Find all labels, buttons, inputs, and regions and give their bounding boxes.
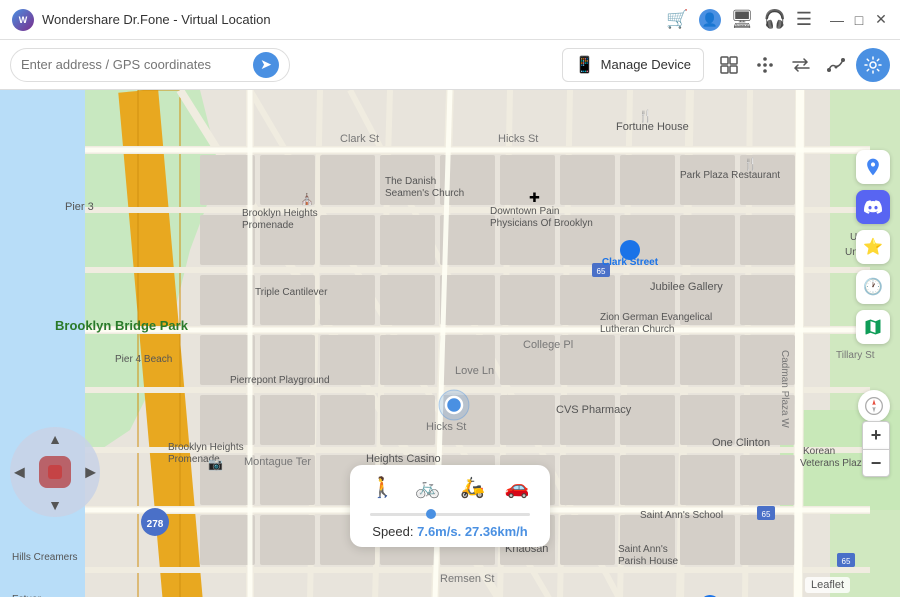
joystick-container[interactable]: ▲ ▼ ◀ ▶ <box>10 427 100 517</box>
star-button[interactable]: ⭐ <box>856 230 890 264</box>
svg-text:One Clinton: One Clinton <box>712 437 770 449</box>
joystick[interactable]: ▲ ▼ ◀ ▶ <box>10 427 100 517</box>
grid-icon-button[interactable] <box>712 48 746 82</box>
navigate-button[interactable]: ➤ <box>253 52 279 78</box>
app-title: Wondershare Dr.Fone - Virtual Location <box>42 12 658 27</box>
app-logo: W <box>12 9 34 31</box>
compass-button[interactable] <box>858 390 890 422</box>
joystick-arrows: ▲ ▼ ◀ ▶ <box>10 427 100 517</box>
svg-text:⛪: ⛪ <box>300 192 314 206</box>
swap-icon-button[interactable] <box>784 48 818 82</box>
headphone-icon[interactable]: 🎧 <box>763 9 785 30</box>
svg-text:65: 65 <box>762 510 771 519</box>
svg-text:Hills Creamers: Hills Creamers <box>12 552 78 563</box>
svg-text:278: 278 <box>147 519 164 530</box>
svg-text:Physicians Of Brooklyn: Physicians Of Brooklyn <box>490 218 593 229</box>
minimize-button[interactable]: — <box>830 13 844 27</box>
svg-text:65: 65 <box>597 267 606 276</box>
main-content: ➤ 📱 Manage Device <box>0 40 900 597</box>
search-input[interactable] <box>21 57 253 72</box>
route-icon-button[interactable] <box>820 48 854 82</box>
speed-label: Speed: <box>372 524 413 539</box>
cart-icon[interactable]: 🛒 <box>666 9 688 30</box>
manage-device-label: Manage Device <box>601 57 691 72</box>
svg-text:Brooklyn Heights: Brooklyn Heights <box>168 442 244 453</box>
svg-text:Lutheran Church: Lutheran Church <box>600 324 675 335</box>
svg-text:📷: 📷 <box>208 457 223 471</box>
svg-text:Clark St: Clark St <box>340 133 379 145</box>
svg-text:Parish House: Parish House <box>618 556 678 567</box>
maps-green-button[interactable] <box>856 310 890 344</box>
list-icon[interactable]: ☰ <box>796 9 812 30</box>
clock-button[interactable]: 🕐 <box>856 270 890 304</box>
phone-icon: 📱 <box>575 55 595 75</box>
title-bar: W Wondershare Dr.Fone - Virtual Location… <box>0 0 900 40</box>
svg-text:Saint Ann's School: Saint Ann's School <box>640 510 723 521</box>
walk-icon[interactable]: 🚶 <box>370 475 395 500</box>
speed-text: Speed: 7.6m/s. 27.36km/h <box>370 524 530 539</box>
monitor-icon[interactable]: 🖥 <box>731 9 754 30</box>
svg-text:Brooklyn Bridge Park: Brooklyn Bridge Park <box>55 318 189 333</box>
svg-text:Downtown Pain: Downtown Pain <box>490 206 559 217</box>
maximize-button[interactable]: □ <box>852 13 866 27</box>
discord-button[interactable] <box>856 190 890 224</box>
title-icons: 🛒 👤 🖥 🎧 ☰ <box>666 9 812 31</box>
svg-text:Triple Cantilever: Triple Cantilever <box>255 287 328 298</box>
svg-text:65: 65 <box>842 557 851 566</box>
map-container[interactable]: 278 65 65 65 65 Pier 3 Brooklyn Bridge P… <box>0 90 900 597</box>
svg-text:Tillary St: Tillary St <box>836 350 875 361</box>
transport-icons: 🚶 🚲 🛵 🚗 <box>370 475 530 500</box>
svg-text:Park Plaza Restaurant: Park Plaza Restaurant <box>680 170 780 181</box>
joystick-right[interactable]: ▶ <box>85 464 96 481</box>
svg-text:Montague Ter: Montague Ter <box>244 456 311 468</box>
map-right-overlay: ⭐ 🕐 <box>856 150 890 344</box>
joystick-up[interactable]: ▲ <box>48 431 62 447</box>
svg-text:Pier 4 Beach: Pier 4 Beach <box>115 354 172 365</box>
manage-device-button[interactable]: 📱 Manage Device <box>562 48 704 82</box>
scooter-icon[interactable]: 🛵 <box>460 475 485 500</box>
settings-icon-button[interactable] <box>856 48 890 82</box>
svg-text:Promenade: Promenade <box>242 220 294 231</box>
svg-text:Heights Casino: Heights Casino <box>366 453 441 465</box>
svg-text:Seamen's Church: Seamen's Church <box>385 188 464 199</box>
joystick-left[interactable]: ◀ <box>14 464 25 481</box>
svg-text:🍴: 🍴 <box>638 109 653 123</box>
svg-text:Hicks St: Hicks St <box>426 421 466 433</box>
speed-panel: 🚶 🚲 🛵 🚗 Speed: 7.6m/s. 27.36km/h <box>350 465 550 547</box>
svg-text:Remsen St: Remsen St <box>440 573 494 585</box>
zoom-in-button[interactable]: + <box>862 421 890 449</box>
toolbar: ➤ 📱 Manage Device <box>0 40 900 90</box>
svg-text:Cadman Plaza W: Cadman Plaza W <box>779 350 790 428</box>
svg-text:Korean: Korean <box>803 446 835 457</box>
svg-text:Jubilee Gallery: Jubilee Gallery <box>650 281 723 293</box>
svg-text:Clark Street: Clark Street <box>602 257 659 268</box>
svg-text:Pierrepont Playground: Pierrepont Playground <box>230 375 330 386</box>
dots-icon-button[interactable] <box>748 48 782 82</box>
bike-icon[interactable]: 🚲 <box>415 475 440 500</box>
google-maps-button[interactable] <box>856 150 890 184</box>
car-icon[interactable]: 🚗 <box>505 475 530 500</box>
svg-text:Saint Ann's: Saint Ann's <box>618 544 668 555</box>
svg-text:Hicks St: Hicks St <box>498 133 538 145</box>
zoom-out-button[interactable]: − <box>862 449 890 477</box>
svg-text:Pier 3: Pier 3 <box>65 201 94 213</box>
svg-text:CVS Pharmacy: CVS Pharmacy <box>556 404 632 416</box>
window-controls: — □ ✕ <box>830 13 888 27</box>
svg-text:Zion German Evangelical: Zion German Evangelical <box>600 312 712 323</box>
svg-text:Brooklyn Heights: Brooklyn Heights <box>242 208 318 219</box>
close-button[interactable]: ✕ <box>874 13 888 27</box>
svg-text:College Pl: College Pl <box>523 339 573 351</box>
svg-text:Love Ln: Love Ln <box>455 365 494 377</box>
zoom-controls: + − <box>862 421 890 477</box>
search-box: ➤ <box>10 48 290 82</box>
svg-text:Veterans Plaza: Veterans Plaza <box>800 458 868 469</box>
speed-value: 7.6m/s. 27.36km/h <box>417 524 528 539</box>
svg-text:✚: ✚ <box>529 190 540 205</box>
svg-text:🍴: 🍴 <box>743 157 758 171</box>
user-icon[interactable]: 👤 <box>699 9 721 31</box>
leaflet-badge: Leaflet <box>805 577 850 593</box>
toolbar-right <box>712 48 890 82</box>
joystick-down[interactable]: ▼ <box>48 497 62 513</box>
svg-text:The Danish: The Danish <box>385 176 436 187</box>
